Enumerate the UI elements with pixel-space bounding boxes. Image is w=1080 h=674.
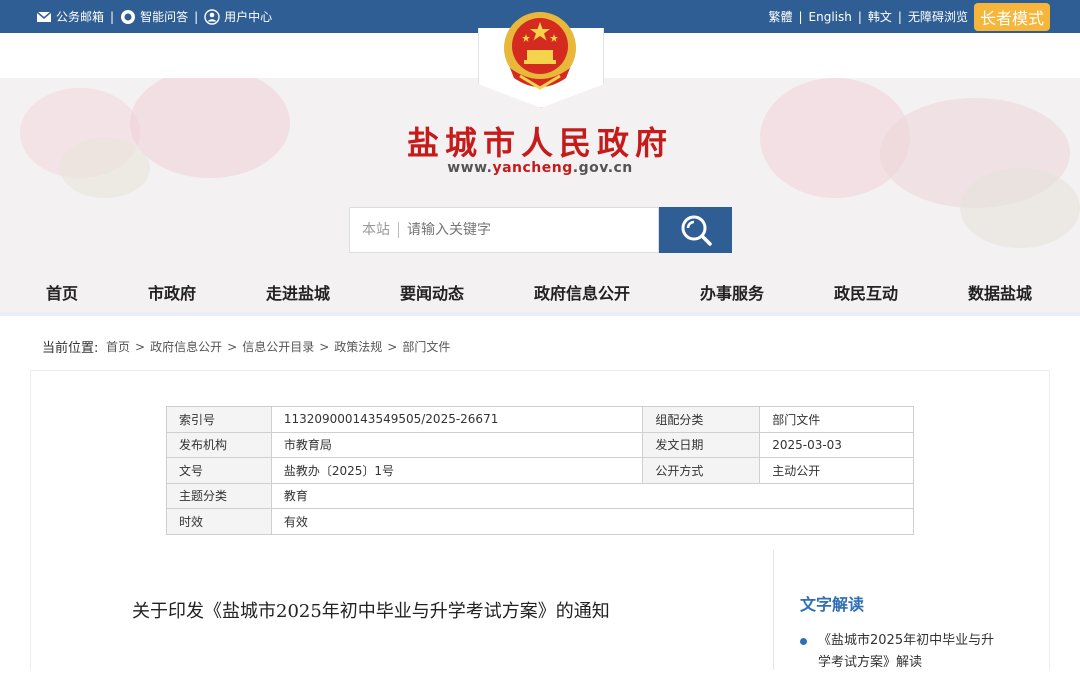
site-url: www.yancheng.gov.cn [0,160,1080,176]
open-label: 公开方式 [642,457,761,484]
document-title: 关于印发《盐城市2025年初中毕业与升学考试方案》的通知 [132,601,610,622]
search-button[interactable] [659,207,732,253]
category-value: 部门文件 [759,406,914,433]
category-label: 组配分类 [642,406,761,433]
sidebar-heading: 文字解读 [800,595,865,614]
user-center-label: 用户中心 [224,10,273,24]
nav-divider [0,312,1080,316]
english-link[interactable]: English [809,10,852,24]
nav-item-about-yancheng[interactable]: 走进盐城 [266,280,330,304]
publisher-label: 发布机构 [166,431,272,458]
table-row: 时效 有效 [166,508,915,535]
url-prefix: www. [447,160,493,176]
document-meta-table: 索引号 113209000143549505/2025-26671 组配分类 部… [166,406,915,535]
search-input[interactable] [407,222,637,238]
breadcrumb-item-home[interactable]: 首页 [106,338,130,355]
breadcrumb: 当前位置: 首页 > 政府信息公开 > 信息公开目录 > 政策法规 > 部门文件 [42,337,450,357]
breadcrumb-item-dept-docs[interactable]: 部门文件 [402,338,450,355]
smart-qa-link[interactable]: 智能问答 [120,8,188,25]
breadcrumb-item-catalog[interactable]: 信息公开目录 [242,338,314,355]
publisher-value: 市教育局 [270,431,644,458]
nav-item-news[interactable]: 要闻动态 [400,280,464,304]
nav-item-home[interactable]: 首页 [46,280,78,304]
url-suffix: .gov.cn [572,160,633,176]
table-row: 发布机构 市教育局 发文日期 2025-03-03 [166,431,914,458]
index-value: 113209000143549505/2025-26671 [270,406,644,433]
sidebar-interpretation-label: 《盐城市2025年初中毕业与升学考试方案》解读 [818,633,995,670]
breadcrumb-lead: 当前位置: [42,341,99,356]
nav-item-info-disclosure[interactable]: 政府信息公开 [534,280,630,304]
sidebar-interpretation-link[interactable]: 《盐城市2025年初中毕业与升学考试方案》解读 [800,630,1000,674]
url-brand: yancheng [492,160,573,176]
date-label: 发文日期 [642,431,761,458]
breadcrumb-item-disclosure[interactable]: 政府信息公开 [150,338,222,355]
nav-item-city-government[interactable]: 市政府 [148,280,196,304]
docno-value: 盐教办〔2025〕1号 [270,457,644,484]
official-mail-link[interactable]: 公务邮箱 [36,8,104,25]
search-icon [681,215,712,246]
bullet-icon [800,638,807,645]
site-title: 盐城市人民政府 [406,124,673,162]
nav-item-data[interactable]: 数据盐城 [968,280,1032,304]
chat-bot-icon [121,9,136,24]
user-center-link[interactable]: 用户中心 [204,8,272,25]
table-row: 主题分类 教育 [166,482,915,509]
search-box: 本站 [349,207,659,253]
topic-value: 教育 [270,482,915,509]
official-mail-label: 公务邮箱 [56,10,105,24]
elder-mode-button[interactable]: 长者模式 [973,2,1050,31]
table-row: 索引号 113209000143549505/2025-26671 组配分类 部… [166,406,914,433]
validity-value: 有效 [270,508,915,535]
date-value: 2025-03-03 [759,431,914,458]
breadcrumb-item-policy[interactable]: 政策法规 [334,338,382,355]
mail-icon [36,10,52,22]
nav-item-services[interactable]: 办事服务 [700,280,764,304]
open-value: 主动公开 [759,457,914,484]
accessibility-link[interactable]: 无障碍浏览 [908,8,968,25]
korean-link[interactable]: 韩文 [868,8,892,25]
docno-label: 文号 [166,457,272,484]
search-scope[interactable]: 本站 [362,222,399,238]
validity-label: 时效 [166,508,272,535]
user-icon [204,8,220,25]
national-emblem-icon [504,12,576,90]
sidebar-divider [773,550,774,670]
leaf-decoration [960,168,1080,248]
main-nav: 首页 市政府 走进盐城 要闻动态 政府信息公开 办事服务 政民互动 数据盐城 [0,268,1080,314]
index-label: 索引号 [166,406,272,433]
traditional-chinese-link[interactable]: 繁體 [768,8,792,25]
topic-label: 主题分类 [166,482,272,509]
table-row: 文号 盐教办〔2025〕1号 公开方式 主动公开 [166,457,914,484]
nav-item-interaction[interactable]: 政民互动 [834,280,898,304]
smart-qa-label: 智能问答 [140,10,189,24]
